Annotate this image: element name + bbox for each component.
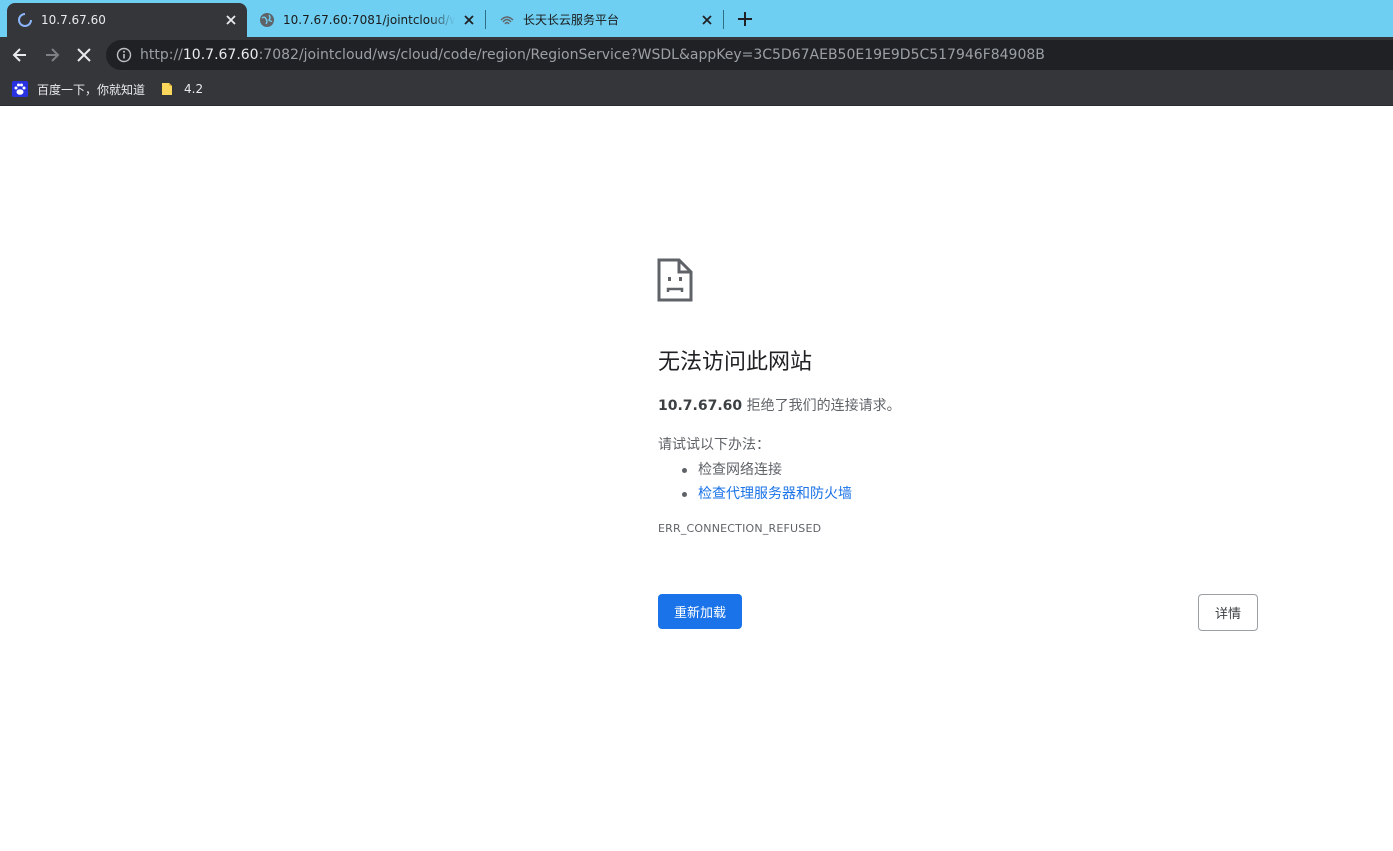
close-tab-icon[interactable] xyxy=(223,12,239,28)
details-button[interactable]: 详情 xyxy=(1198,594,1258,631)
tab-title: 10.7.67.60 xyxy=(41,13,106,27)
url-host: 10.7.67.60 xyxy=(182,47,259,63)
site-logo-icon xyxy=(500,16,514,25)
loading-spinner-icon xyxy=(18,13,32,27)
error-summary-text: 拒绝了我们的连接请求。 xyxy=(742,398,901,414)
url-text: http://10.7.67.60:7082/jointcloud/ws/clo… xyxy=(140,47,1045,63)
tab-title: 10.7.67.60:7081/jointcloud/ws/ xyxy=(283,13,455,27)
tab-jointcloud[interactable]: 10.7.67.60:7081/jointcloud/ws/ xyxy=(249,3,485,37)
tab-strip: 10.7.67.60 10.7.67.60:7081/jointcloud/ws… xyxy=(0,0,1393,37)
stop-loading-icon[interactable] xyxy=(74,45,94,65)
close-tab-icon[interactable] xyxy=(699,12,715,28)
address-bar[interactable]: http://10.7.67.60:7082/jointcloud/ws/clo… xyxy=(106,40,1393,70)
error-code: ERR_CONNECTION_REFUSED xyxy=(658,522,822,535)
forward-icon[interactable] xyxy=(42,45,62,65)
close-tab-icon[interactable] xyxy=(461,12,477,28)
url-scheme: http:// xyxy=(140,47,183,63)
error-host: 10.7.67.60 xyxy=(658,398,743,414)
new-tab-icon[interactable] xyxy=(735,9,755,29)
sad-document-icon xyxy=(657,258,693,302)
reload-button[interactable]: 重新加载 xyxy=(658,594,742,629)
bookmarks-bar: 百度一下，你就知道 4.2 xyxy=(0,72,1393,106)
bookmark-folder-4-2[interactable]: 4.2 xyxy=(159,80,203,98)
bookmark-baidu[interactable]: 百度一下，你就知道 xyxy=(12,80,145,98)
tab-separator xyxy=(485,10,486,29)
suggestions-heading: 请试试以下办法： xyxy=(658,437,770,453)
tab-separator xyxy=(723,10,724,29)
suggestion-check-proxy-link[interactable]: 检查代理服务器和防火墙 xyxy=(682,482,852,506)
tab-title: 长天长云服务平台 xyxy=(523,13,620,27)
url-path: :7082/jointcloud/ws/cloud/code/region/Re… xyxy=(258,47,1045,63)
globe-icon xyxy=(260,13,274,27)
tab-active[interactable]: 10.7.67.60 xyxy=(7,3,247,37)
baidu-paw-icon xyxy=(12,81,28,97)
error-summary: 10.7.67.60 拒绝了我们的连接请求。 xyxy=(658,396,901,416)
folder-icon xyxy=(162,83,172,95)
browser-toolbar: http://10.7.67.60:7082/jointcloud/ws/clo… xyxy=(0,37,1393,72)
tab-changtian[interactable]: 长天长云服务平台 xyxy=(489,3,723,37)
suggestion-check-network: 检查网络连接 xyxy=(682,458,852,482)
error-title: 无法访问此网站 xyxy=(658,350,813,375)
info-icon[interactable] xyxy=(116,47,132,63)
bookmark-label: 4.2 xyxy=(184,82,204,96)
back-icon[interactable] xyxy=(10,45,30,65)
suggestions-list: 检查网络连接 检查代理服务器和防火墙 xyxy=(682,458,852,506)
bookmark-label: 百度一下，你就知道 xyxy=(37,82,146,97)
